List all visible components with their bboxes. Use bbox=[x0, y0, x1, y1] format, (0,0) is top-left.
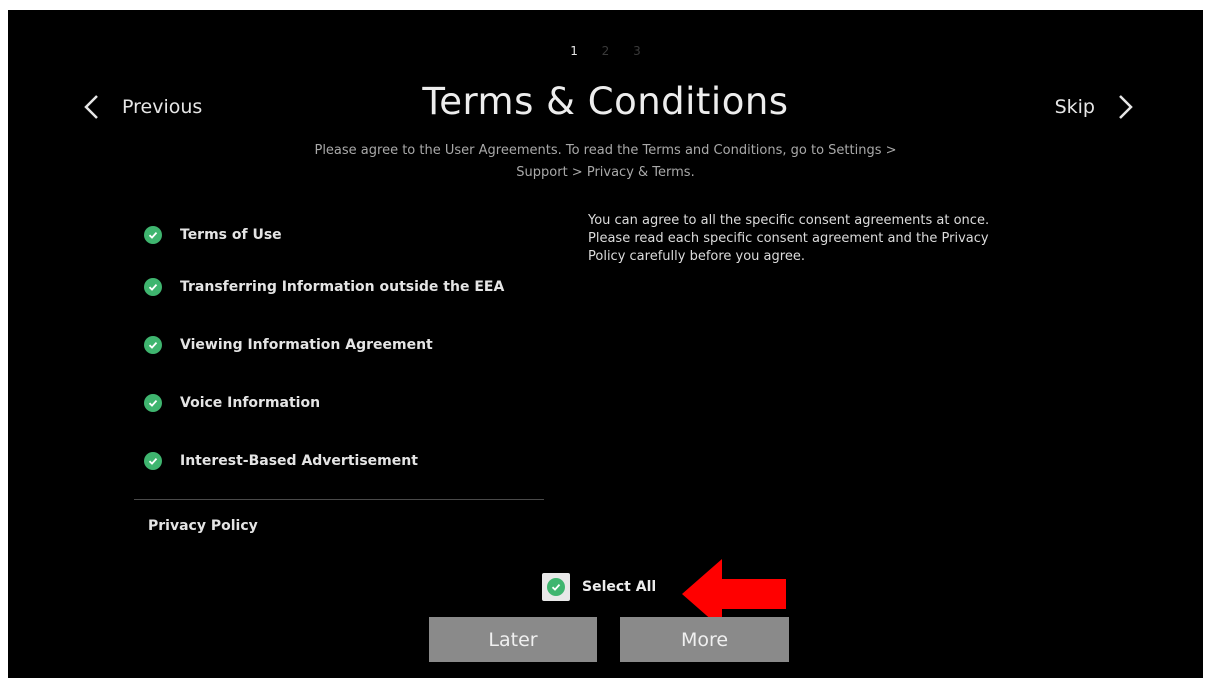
agreement-label: Voice Information bbox=[180, 395, 321, 411]
list-divider bbox=[134, 499, 544, 500]
check-circle-icon bbox=[144, 336, 162, 354]
select-all-box bbox=[542, 573, 570, 601]
step-indicator: 1 2 3 bbox=[8, 44, 1203, 58]
agreement-transferring-info[interactable]: Transferring Information outside the EEA bbox=[144, 258, 564, 316]
privacy-policy-link[interactable]: Privacy Policy bbox=[148, 518, 258, 534]
agreement-label: Terms of Use bbox=[180, 227, 282, 243]
terms-screen: 1 2 3 Previous Terms & Conditions Skip P… bbox=[8, 10, 1203, 678]
step-2: 2 bbox=[601, 44, 610, 58]
agreement-label: Viewing Information Agreement bbox=[180, 337, 433, 353]
step-1: 1 bbox=[570, 44, 578, 58]
select-all-label: Select All bbox=[582, 579, 657, 595]
later-button[interactable]: Later bbox=[429, 617, 597, 662]
check-circle-icon bbox=[144, 278, 162, 296]
agreement-label: Transferring Information outside the EEA bbox=[180, 279, 505, 295]
agreement-terms-of-use[interactable]: Terms of Use bbox=[144, 212, 564, 258]
skip-button[interactable]: Skip bbox=[1055, 90, 1141, 124]
page-title: Terms & Conditions bbox=[422, 80, 789, 123]
subtitle-line-1: Please agree to the User Agreements. To … bbox=[314, 143, 897, 158]
check-circle-icon bbox=[144, 226, 162, 244]
agreement-voice-info[interactable]: Voice Information bbox=[144, 374, 564, 432]
check-circle-icon bbox=[144, 394, 162, 412]
chevron-right-icon bbox=[1119, 95, 1133, 119]
more-button[interactable]: More bbox=[620, 617, 789, 662]
check-circle-icon bbox=[144, 452, 162, 470]
note-line-3: Policy carefully before you agree. bbox=[588, 249, 805, 264]
note-line-2: Please read each specific consent agreem… bbox=[588, 231, 989, 246]
agreement-interest-ads[interactable]: Interest-Based Advertisement bbox=[144, 432, 564, 490]
step-3: 3 bbox=[633, 44, 641, 58]
skip-label: Skip bbox=[1054, 96, 1095, 118]
page-subtitle: Please agree to the User Agreements. To … bbox=[238, 140, 973, 184]
agreement-list: Terms of Use Transferring Information ou… bbox=[144, 212, 564, 490]
check-circle-icon bbox=[547, 578, 565, 596]
consent-note: You can agree to all the specific consen… bbox=[588, 212, 1098, 266]
agreement-label: Interest-Based Advertisement bbox=[180, 453, 418, 469]
note-line-1: You can agree to all the specific consen… bbox=[588, 213, 990, 228]
agreement-viewing-info[interactable]: Viewing Information Agreement bbox=[144, 316, 564, 374]
select-all-checkbox[interactable]: Select All bbox=[542, 573, 656, 601]
subtitle-line-2: Support > Privacy & Terms. bbox=[516, 165, 695, 180]
